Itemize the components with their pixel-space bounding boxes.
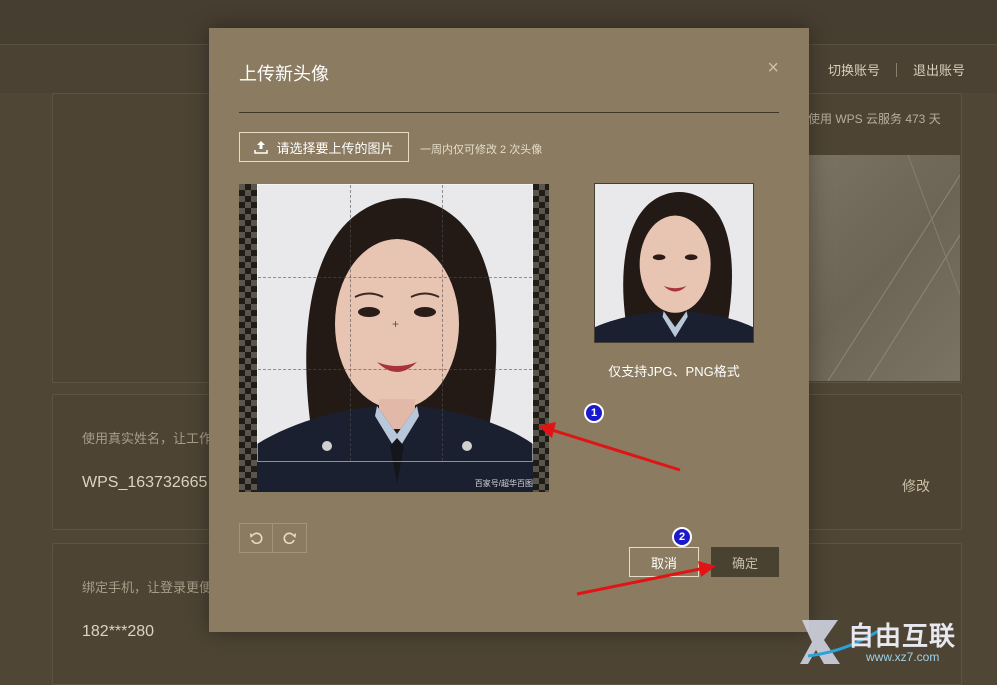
phone-hint: 绑定手机，让登录更便	[82, 580, 213, 595]
photo-watermark: 百家号/超华百图	[474, 479, 533, 488]
rotate-right-icon	[283, 532, 296, 545]
logout-link[interactable]: 退出账号	[913, 60, 965, 79]
limit-note: 一周内仅可修改 2 次头像	[420, 144, 543, 156]
cloud-days-text: 使用 WPS 云服务 473 天	[808, 112, 941, 126]
close-icon[interactable]: ×	[767, 58, 779, 78]
format-note: 仅支持JPG、PNG格式	[608, 364, 740, 379]
choose-image-label: 请选择要上传的图片	[276, 140, 394, 156]
divider	[895, 62, 897, 77]
account-links: 切换账号 退出账号	[828, 60, 965, 79]
crosshair-icon: +	[392, 317, 400, 331]
crop-selection[interactable]: +	[257, 184, 533, 462]
realname-hint: 使用真实姓名，让工作	[82, 431, 213, 446]
step-badge-1: 1	[584, 403, 604, 423]
rotate-controls	[239, 523, 307, 553]
rotate-right-button[interactable]	[273, 523, 307, 553]
logo-text: 自由互联	[848, 621, 957, 651]
avatar-preview	[594, 183, 754, 343]
grid-line	[258, 277, 532, 278]
upload-avatar-dialog: 上传新头像 × 请选择要上传的图片 一周内仅可修改 2 次头像 + 百家号/超华…	[209, 28, 809, 632]
username-text: WPS_163732665	[82, 474, 208, 491]
confirm-button[interactable]: 确定	[711, 547, 779, 577]
grid-line	[442, 185, 443, 461]
edit-name-link[interactable]: 修改	[902, 476, 930, 496]
rotate-left-icon	[250, 532, 263, 545]
dialog-title: 上传新头像	[239, 64, 329, 84]
cancel-button[interactable]: 取消	[629, 547, 699, 577]
step-badge-2: 2	[672, 527, 692, 547]
grid-line	[350, 185, 351, 461]
crop-area[interactable]: + 百家号/超华百图	[239, 184, 549, 492]
rotate-left-button[interactable]	[239, 523, 273, 553]
preview-photo	[595, 184, 753, 342]
choose-image-button[interactable]: 请选择要上传的图片	[239, 132, 409, 162]
logo-url: www.xz7.com	[866, 650, 940, 664]
switch-account-link[interactable]: 切换账号	[828, 60, 880, 79]
profile-banner-image	[808, 155, 960, 381]
grid-line	[258, 369, 532, 370]
upload-icon	[254, 141, 269, 154]
title-divider	[239, 112, 779, 113]
phone-text: 182***280	[82, 623, 155, 640]
